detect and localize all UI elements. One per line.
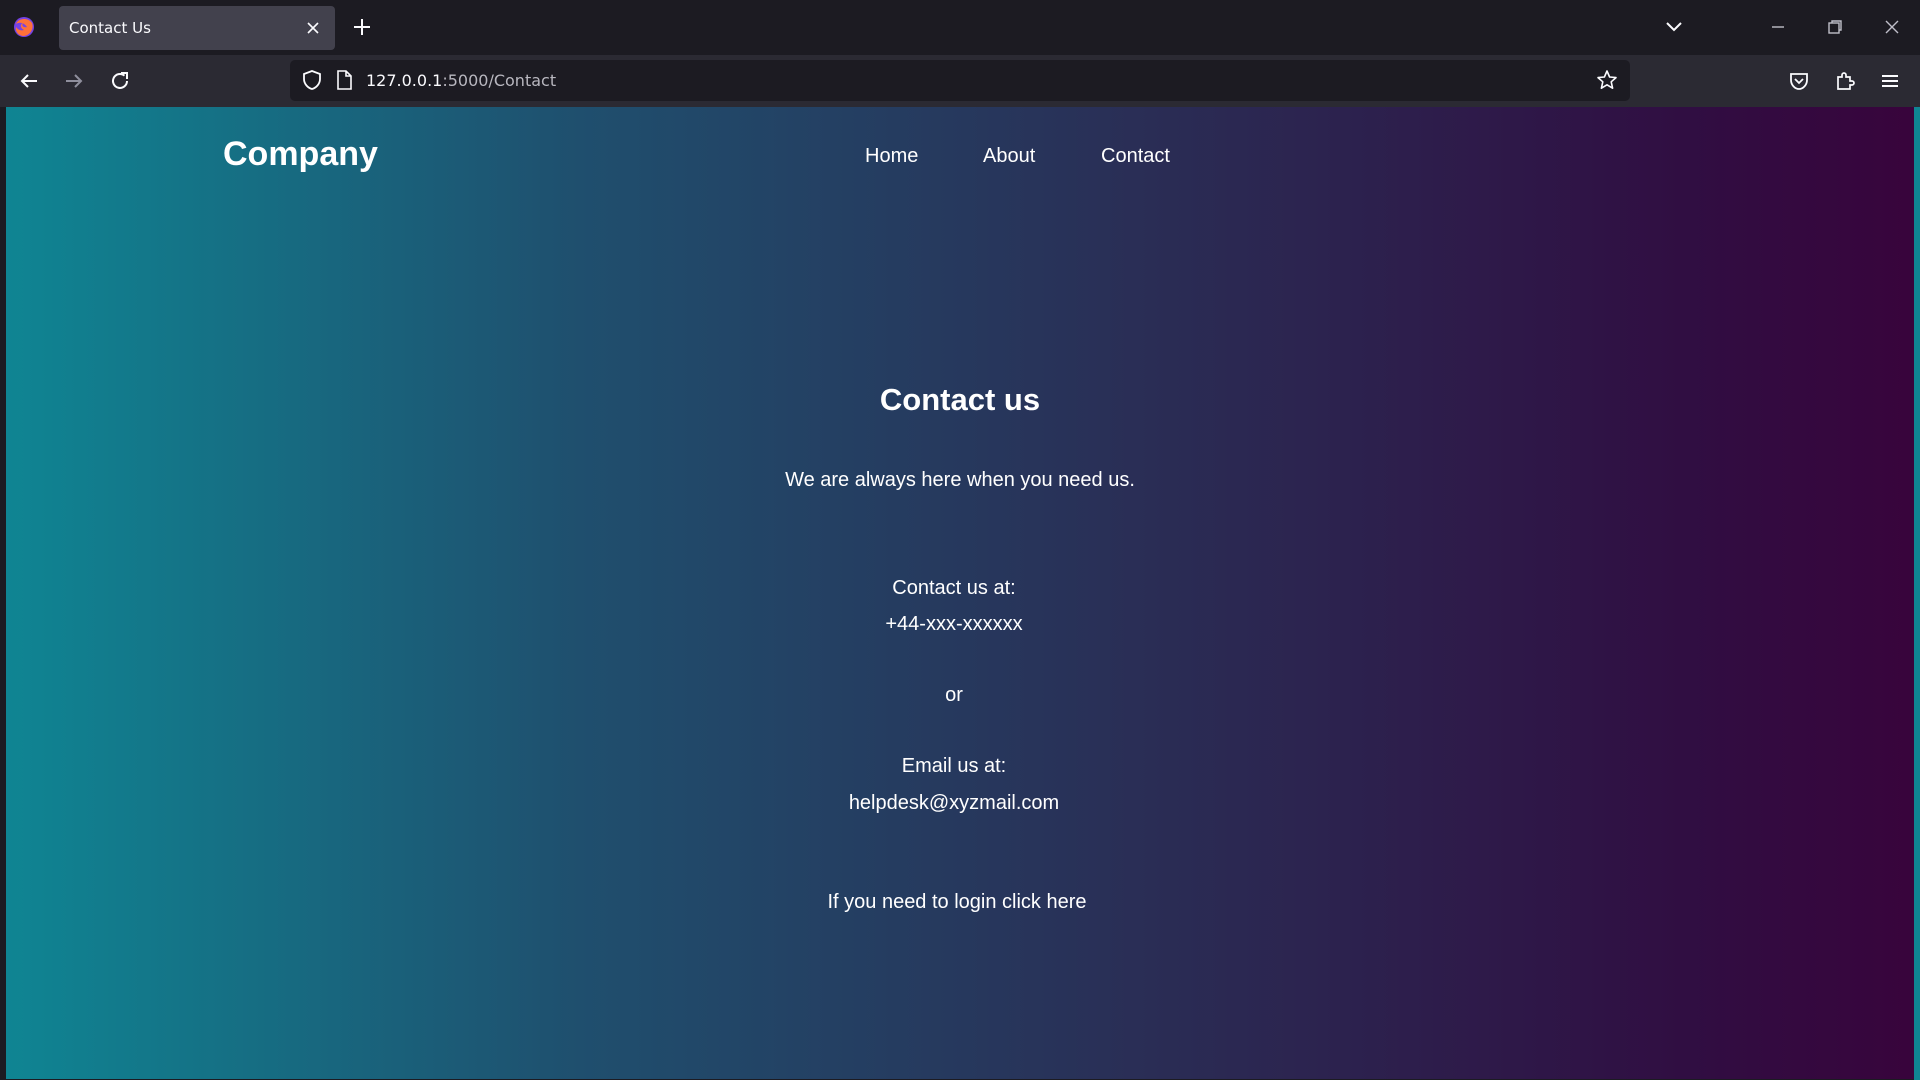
browser-tab-bar: Contact Us (0, 0, 1920, 55)
close-icon[interactable] (303, 18, 323, 38)
page-viewport: Company Home About Contact Contact us We… (6, 107, 1914, 1079)
hamburger-menu-icon[interactable] (1878, 69, 1902, 93)
pocket-icon[interactable] (1787, 69, 1811, 93)
page-subtitle: We are always here when you need us. (785, 469, 1135, 491)
tab-contact-us[interactable]: Contact Us (59, 6, 335, 50)
nav-link-contact[interactable]: Contact (1101, 145, 1170, 168)
login-link[interactable]: click here (1002, 891, 1086, 913)
login-prompt-text: If you need to login (827, 891, 1003, 913)
window-close-icon[interactable] (1881, 16, 1903, 38)
url-text[interactable]: 127.0.0.1:5000/Contact (366, 71, 556, 90)
url-host: 127.0.0.1 (366, 71, 443, 90)
new-tab-plus-icon[interactable] (350, 15, 374, 39)
firefox-logo-icon (12, 15, 36, 39)
nav-link-about[interactable]: About (983, 145, 1035, 168)
tab-title: Contact Us (69, 19, 151, 37)
phone-number: +44-xxx-xxxxxx (885, 613, 1023, 635)
forward-arrow-icon[interactable] (62, 69, 86, 93)
browser-toolbar: 127.0.0.1:5000/Contact (0, 55, 1920, 107)
site-brand[interactable]: Company (223, 135, 378, 174)
url-bar[interactable]: 127.0.0.1:5000/Contact (290, 60, 1630, 101)
phone-label: Contact us at: (892, 577, 1016, 599)
email-label: Email us at: (901, 755, 1007, 777)
url-path: :5000/Contact (442, 71, 557, 90)
page-icon[interactable] (334, 69, 354, 91)
minimize-icon[interactable] (1767, 16, 1789, 38)
reload-icon[interactable] (108, 69, 132, 93)
chevron-down-icon[interactable] (1662, 14, 1686, 38)
back-arrow-icon[interactable] (17, 69, 41, 93)
extensions-puzzle-icon[interactable] (1833, 69, 1857, 93)
bookmark-star-icon[interactable] (1596, 69, 1618, 91)
scrollbar[interactable] (1914, 107, 1920, 1080)
or-separator: or (945, 684, 963, 706)
login-prompt: If you need to login click here (6, 891, 1908, 914)
nav-link-home[interactable]: Home (865, 145, 918, 168)
shield-icon[interactable] (301, 69, 323, 91)
page-title: Contact us (879, 382, 1041, 417)
email-address: helpdesk@xyzmail.com (848, 792, 1060, 814)
restore-icon[interactable] (1824, 16, 1846, 38)
